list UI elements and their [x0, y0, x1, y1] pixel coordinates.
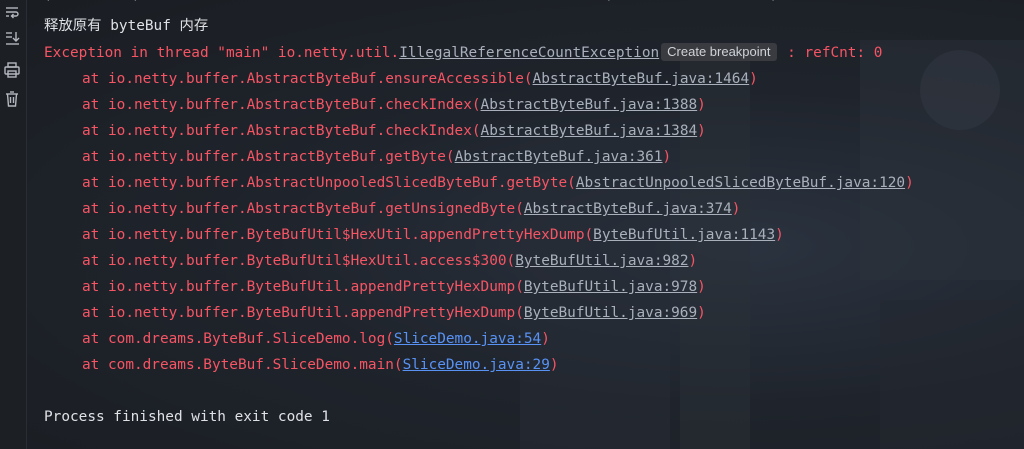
stack-frame-method: at com.dreams.ByteBuf.SliceDemo.log( [82, 331, 394, 347]
table-border-line: +--------+------------------------------… [44, 0, 778, 8]
run-console-window: +--------+------------------------------… [0, 0, 1024, 449]
process-exit-line: Process finished with exit code 1 [44, 409, 330, 425]
stack-frame-close: ) [697, 97, 706, 113]
source-location-link[interactable]: AbstractUnpooledSlicedByteBuf.java:120 [576, 175, 905, 191]
console-output[interactable]: +--------+------------------------------… [44, 0, 1024, 449]
source-location-link[interactable]: AbstractByteBuf.java:1384 [481, 123, 698, 139]
stack-frame-method: at io.netty.buffer.AbstractUnpooledSlice… [82, 175, 576, 191]
source-location-link[interactable]: SliceDemo.java:29 [403, 357, 550, 373]
stack-frame-close: ) [749, 71, 758, 87]
info-output-line: 释放原有 byteBuf 内存 [44, 18, 209, 34]
stack-frame-method: at com.dreams.ByteBuf.SliceDemo.main( [82, 357, 403, 373]
stack-frame-line: at io.netty.buffer.AbstractByteBuf.getBy… [82, 147, 671, 167]
stack-frame-close: ) [775, 227, 784, 243]
source-location-link[interactable]: SliceDemo.java:54 [394, 331, 541, 347]
stack-frame-close: ) [697, 305, 706, 321]
exception-class-link[interactable]: IllegalReferenceCountException [399, 45, 659, 61]
console-toolbar [0, 0, 27, 449]
source-location-link[interactable]: AbstractByteBuf.java:1464 [533, 71, 750, 87]
stack-frame-line: at io.netty.buffer.AbstractByteBuf.getUn… [82, 199, 740, 219]
stack-frame-line: at io.netty.buffer.ByteBufUtil.appendPre… [82, 303, 706, 323]
print-icon[interactable] [3, 61, 21, 79]
source-location-link[interactable]: ByteBufUtil.java:1143 [593, 227, 775, 243]
exception-prefix: Exception in thread "main" io.netty.util… [44, 45, 400, 61]
stack-frame-line: at com.dreams.ByteBuf.SliceDemo.main(Sli… [82, 355, 559, 375]
stack-frame-close: ) [541, 331, 550, 347]
stack-frame-method: at io.netty.buffer.ByteBufUtil$HexUtil.a… [82, 253, 516, 269]
stack-frame-method: at io.netty.buffer.AbstractByteBuf.getUn… [82, 201, 524, 217]
soft-wrap-icon[interactable] [3, 3, 21, 21]
stack-frame-method: at io.netty.buffer.AbstractByteBuf.ensur… [82, 71, 533, 87]
stack-frame-line: at io.netty.buffer.AbstractByteBuf.check… [82, 95, 706, 115]
stack-frame-method: at io.netty.buffer.ByteBufUtil.appendPre… [82, 279, 524, 295]
exception-line: Exception in thread "main" io.netty.util… [44, 43, 882, 63]
stack-frame-close: ) [905, 175, 914, 191]
stack-frame-method: at io.netty.buffer.AbstractByteBuf.getBy… [82, 149, 455, 165]
scroll-to-end-icon[interactable] [3, 29, 21, 47]
stack-frame-line: at io.netty.buffer.AbstractUnpooledSlice… [82, 173, 914, 193]
create-breakpoint-button[interactable]: Create breakpoint [661, 43, 777, 61]
source-location-link[interactable]: AbstractByteBuf.java:374 [524, 201, 732, 217]
stack-frame-close: ) [688, 253, 698, 269]
source-location-link[interactable]: ByteBufUtil.java:982 [515, 253, 688, 269]
source-location-link[interactable]: ByteBufUtil.java:978 [524, 279, 697, 295]
stack-frame-line: at com.dreams.ByteBuf.SliceDemo.log(Slic… [82, 329, 550, 349]
stack-frame-close: ) [549, 357, 559, 373]
source-location-link[interactable]: ByteBufUtil.java:969 [524, 305, 697, 321]
stack-frame-close: ) [697, 123, 706, 139]
clear-all-icon[interactable] [3, 90, 21, 108]
source-location-link[interactable]: AbstractByteBuf.java:361 [455, 149, 663, 165]
stack-frame-method: at io.netty.buffer.ByteBufUtil.appendPre… [82, 305, 524, 321]
stack-frame-close: ) [662, 149, 672, 165]
exception-message: : refCnt: 0 [778, 45, 883, 61]
stack-frame-line: at io.netty.buffer.AbstractByteBuf.ensur… [82, 69, 758, 89]
source-location-link[interactable]: AbstractByteBuf.java:1388 [481, 97, 698, 113]
stack-frame-line: at io.netty.buffer.AbstractByteBuf.check… [82, 121, 706, 141]
stack-frame-method: at io.netty.buffer.AbstractByteBuf.check… [82, 97, 481, 113]
stack-frame-close: ) [697, 279, 706, 295]
stack-frame-line: at io.netty.buffer.ByteBufUtil$HexUtil.a… [82, 251, 697, 271]
stack-frame-line: at io.netty.buffer.ByteBufUtil$HexUtil.a… [82, 225, 784, 245]
stack-frame-close: ) [731, 201, 741, 217]
stack-frame-line: at io.netty.buffer.ByteBufUtil.appendPre… [82, 277, 706, 297]
stack-frame-method: at io.netty.buffer.AbstractByteBuf.check… [82, 123, 481, 139]
stack-frame-method: at io.netty.buffer.ByteBufUtil$HexUtil.a… [82, 227, 594, 243]
